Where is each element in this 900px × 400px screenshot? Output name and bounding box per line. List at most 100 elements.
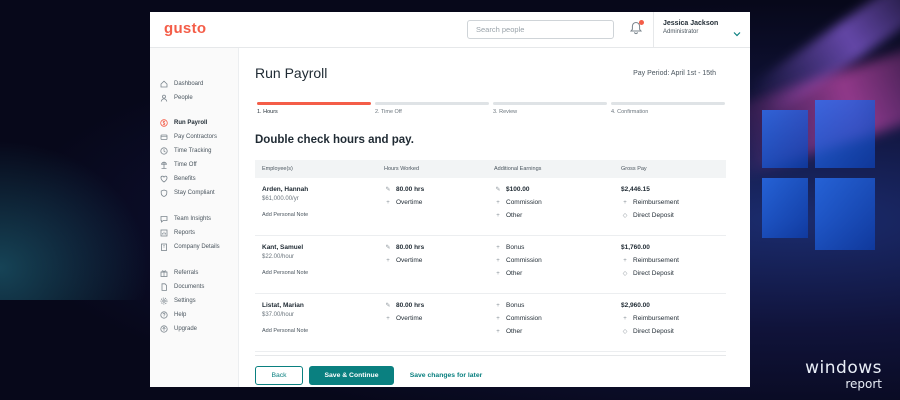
back-button[interactable]: Back bbox=[255, 366, 303, 385]
chat-icon bbox=[160, 215, 168, 223]
earning-label: Bonus bbox=[506, 244, 525, 251]
step-time-off[interactable]: 2. Time Off bbox=[375, 102, 489, 115]
step-label: 4. Confirmation bbox=[611, 109, 649, 115]
hours-field[interactable]: ✎ 80.00 hrs bbox=[384, 186, 424, 193]
sidebar-item-label: Time Off bbox=[174, 162, 197, 168]
overtime-field[interactable]: + Overtime bbox=[384, 199, 422, 206]
add-note-link[interactable]: Add Personal Note bbox=[262, 328, 308, 334]
step-confirmation[interactable]: 4. Confirmation bbox=[611, 102, 725, 115]
save-later-button[interactable]: Save changes for later bbox=[403, 366, 489, 385]
deposit-icon: ◇ bbox=[622, 329, 628, 335]
add-note-link[interactable]: Add Personal Note bbox=[262, 212, 308, 218]
sidebar-item-help[interactable]: Help bbox=[160, 309, 186, 321]
search-input[interactable] bbox=[467, 20, 614, 39]
sidebar-item-settings[interactable]: Settings bbox=[160, 295, 196, 307]
bell-icon[interactable] bbox=[629, 20, 644, 35]
earning-label: Other bbox=[506, 212, 523, 219]
sidebar-item-team-insights[interactable]: Team Insights bbox=[160, 213, 211, 225]
employee-rate: $37.00/hour bbox=[262, 312, 295, 318]
sidebar-item-dashboard[interactable]: Dashboard bbox=[160, 78, 203, 90]
sidebar-item-people[interactable]: People bbox=[160, 92, 193, 104]
plus-icon: + bbox=[496, 328, 500, 335]
earning-field[interactable]: + Other bbox=[494, 212, 522, 219]
gear-icon bbox=[160, 297, 168, 305]
step-label: 1. Hours bbox=[257, 109, 278, 115]
add-note-link[interactable]: Add Personal Note bbox=[262, 270, 308, 276]
overtime-label: Overtime bbox=[396, 199, 423, 206]
plus-icon: + bbox=[496, 315, 500, 322]
footer-divider bbox=[255, 355, 726, 356]
step-hours[interactable]: 1. Hours bbox=[257, 102, 371, 115]
watermark-line1: windows bbox=[805, 358, 882, 378]
employee-rate: $22.00/hour bbox=[262, 254, 295, 260]
overtime-label: Overtime bbox=[396, 257, 423, 264]
sidebar-item-time-off[interactable]: Time Off bbox=[160, 159, 197, 171]
deposit-icon: ◇ bbox=[622, 271, 628, 277]
reimbursement-field[interactable]: + Reimbursement bbox=[621, 257, 679, 264]
chevron-down-icon[interactable] bbox=[733, 25, 741, 37]
sidebar-item-label: Reports bbox=[174, 230, 196, 236]
earning-field[interactable]: + Commission bbox=[494, 199, 542, 206]
direct-deposit-field[interactable]: ◇ Direct Deposit bbox=[621, 328, 674, 335]
sidebar-item-upgrade[interactable]: Upgrade bbox=[160, 323, 197, 335]
gusto-logo[interactable]: gusto bbox=[164, 20, 206, 37]
sidebar-item-pay-contractors[interactable]: Pay Contractors bbox=[160, 131, 217, 143]
sidebar: Dashboard People Run Payroll Pay Contrac… bbox=[150, 48, 239, 387]
earning-field[interactable]: + Other bbox=[494, 328, 522, 335]
pencil-icon: ✎ bbox=[385, 187, 391, 193]
reimbursement-label: Reimbursement bbox=[633, 199, 679, 206]
reimbursement-field[interactable]: + Reimbursement bbox=[621, 199, 679, 206]
earning-field[interactable]: + Bonus bbox=[494, 244, 524, 251]
sidebar-item-time-tracking[interactable]: Time Tracking bbox=[160, 145, 211, 157]
column-header-hours: Hours Worked bbox=[384, 166, 420, 172]
plus-icon: + bbox=[386, 315, 390, 322]
hours-field[interactable]: ✎ 80.00 hrs bbox=[384, 244, 424, 251]
sidebar-item-label: Dashboard bbox=[174, 81, 204, 87]
plus-icon: + bbox=[623, 199, 627, 206]
plus-icon: + bbox=[496, 270, 500, 277]
earning-label: Commission bbox=[506, 257, 542, 264]
payroll-table: Employee(s) Hours Worked Additional Earn… bbox=[255, 160, 726, 352]
earning-label: Other bbox=[506, 270, 523, 277]
sidebar-item-reports[interactable]: Reports bbox=[160, 227, 195, 239]
earning-field[interactable]: + Commission bbox=[494, 315, 542, 322]
earning-label: Commission bbox=[506, 199, 542, 206]
sidebar-item-benefits[interactable]: Benefits bbox=[160, 173, 196, 185]
earning-field[interactable]: + Other bbox=[494, 270, 522, 277]
sidebar-item-label: Settings bbox=[174, 298, 196, 304]
table-row: Kant, Samuel $22.00/hour Add Personal No… bbox=[255, 236, 726, 294]
main-content: Run Payroll Pay Period: April 1st - 15th… bbox=[239, 48, 750, 387]
sidebar-item-stay-compliant[interactable]: Stay Compliant bbox=[160, 187, 215, 199]
employee-cell: Arden, Hannah $61,000.00/yr bbox=[262, 186, 308, 202]
earning-field[interactable]: + Commission bbox=[494, 257, 542, 264]
employee-cell: Kant, Samuel $22.00/hour bbox=[262, 244, 303, 260]
user-menu[interactable]: Jessica Jackson Administrator bbox=[663, 20, 718, 35]
step-review[interactable]: 3. Review bbox=[493, 102, 607, 115]
save-continue-button[interactable]: Save & Continue bbox=[309, 366, 394, 385]
shield-icon bbox=[160, 189, 168, 197]
plus-icon: + bbox=[386, 257, 390, 264]
earning-field[interactable]: + Bonus bbox=[494, 302, 524, 309]
reimbursement-field[interactable]: + Reimbursement bbox=[621, 315, 679, 322]
upgrade-icon bbox=[160, 325, 168, 333]
sidebar-item-documents[interactable]: Documents bbox=[160, 281, 204, 293]
direct-deposit-field[interactable]: ◇ Direct Deposit bbox=[621, 270, 674, 277]
building-icon bbox=[160, 243, 168, 251]
direct-deposit-label: Direct Deposit bbox=[633, 270, 674, 277]
pencil-icon: ✎ bbox=[385, 245, 391, 251]
employee-cell: Listat, Marian $37.00/hour bbox=[262, 302, 304, 318]
user-role: Administrator bbox=[663, 29, 699, 35]
earning-label: Bonus bbox=[506, 302, 525, 309]
earning-field[interactable]: ✎ $100.00 bbox=[494, 186, 529, 193]
sidebar-item-referrals[interactable]: Referrals bbox=[160, 267, 198, 279]
home-icon bbox=[160, 80, 168, 88]
plus-icon: + bbox=[623, 315, 627, 322]
top-bar: gusto Jessica Jackson Administrator bbox=[150, 12, 750, 48]
direct-deposit-field[interactable]: ◇ Direct Deposit bbox=[621, 212, 674, 219]
sidebar-item-run-payroll[interactable]: Run Payroll bbox=[160, 117, 207, 129]
overtime-field[interactable]: + Overtime bbox=[384, 315, 422, 322]
hours-field[interactable]: ✎ 80.00 hrs bbox=[384, 302, 424, 309]
overtime-field[interactable]: + Overtime bbox=[384, 257, 422, 264]
sidebar-item-company-details[interactable]: Company Details bbox=[160, 241, 220, 253]
document-icon bbox=[160, 283, 168, 291]
